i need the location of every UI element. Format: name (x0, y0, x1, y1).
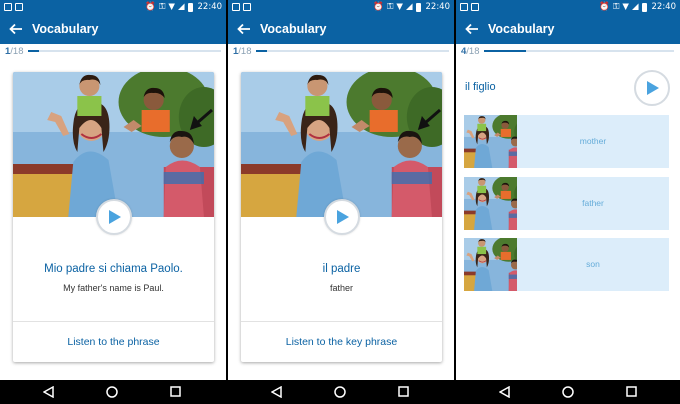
listen-key-phrase-button[interactable]: Listen to the key phrase (241, 322, 442, 362)
battery-icon (641, 2, 647, 12)
question-word: il figlio (465, 81, 496, 93)
battery-icon (415, 2, 421, 12)
notification-icons (460, 3, 479, 11)
key-icon: ⚿ (158, 2, 166, 12)
phrase-text: Mio padre si chiama Paolo. (44, 263, 183, 275)
wifi-icon: ▼ (622, 2, 629, 12)
system-nav-bar (228, 380, 454, 404)
progress-fill (256, 50, 267, 52)
wifi-icon: ▼ (396, 2, 403, 12)
option-thumbnail (464, 177, 517, 230)
alarm-icon: ⏰ (373, 2, 384, 12)
notification-icons (4, 3, 23, 11)
answer-option[interactable]: father (464, 177, 669, 230)
lesson-progress: 1/18 (228, 44, 454, 58)
key-icon: ⚿ (386, 2, 394, 12)
back-arrow-icon[interactable] (9, 22, 23, 36)
app-bar: Vocabulary (456, 15, 680, 44)
phrase-card: Mio padre si chiama Paolo. My father's n… (13, 72, 214, 362)
answer-option[interactable]: son (464, 238, 669, 291)
image-icon (15, 3, 23, 11)
screen-quiz: ⏰ ⚿ ▼ ◢ 22:40 Vocabulary 4/18 il figlio … (456, 0, 680, 404)
phrase-text: il padre (322, 263, 361, 275)
nav-recent-icon[interactable] (626, 386, 637, 397)
wifi-icon: ▼ (168, 2, 175, 12)
app-bar: Vocabulary (0, 15, 226, 44)
lesson-progress: 4/18 (456, 44, 680, 58)
progress-counter: 1/18 (5, 46, 24, 57)
option-thumbnail (464, 115, 517, 168)
nav-recent-icon[interactable] (170, 386, 181, 397)
battery-icon (187, 2, 193, 12)
option-label: son (517, 238, 669, 291)
system-nav-bar (0, 380, 226, 404)
progress-track (28, 50, 221, 52)
status-bar: ⏰ ⚿ ▼ ◢ 22:40 (0, 0, 226, 15)
image-icon (232, 3, 240, 11)
nav-back-icon[interactable] (271, 386, 282, 398)
play-icon (337, 210, 349, 224)
back-arrow-icon[interactable] (237, 22, 251, 36)
play-icon (647, 81, 659, 95)
key-phrase-card: il padre father Listen to the key phrase (241, 72, 442, 362)
status-bar: ⏰ ⚿ ▼ ◢ 22:40 (228, 0, 454, 15)
status-indicators: ⏰ ⚿ ▼ ◢ 22:40 (145, 2, 222, 12)
status-indicators: ⏰ ⚿ ▼ ◢ 22:40 (599, 2, 676, 12)
page-title: Vocabulary (32, 22, 99, 36)
lesson-progress: 1/18 (0, 44, 226, 58)
translation-text: father (329, 283, 353, 293)
progress-track (484, 50, 674, 52)
progress-fill (28, 50, 39, 52)
image-icon (471, 3, 479, 11)
nav-recent-icon[interactable] (398, 386, 409, 397)
nav-home-icon[interactable] (334, 386, 346, 398)
signal-icon: ◢ (405, 2, 413, 12)
translation-text: My father's name is Paul. (63, 283, 164, 293)
option-thumbnail (464, 238, 517, 291)
play-button[interactable] (96, 199, 132, 235)
progress-track (256, 50, 449, 52)
family-photo (241, 72, 442, 217)
play-button[interactable] (324, 199, 360, 235)
progress-counter: 1/18 (233, 46, 252, 57)
clock: 22:40 (651, 2, 677, 12)
signal-icon: ◢ (177, 2, 185, 12)
system-nav-bar (456, 380, 680, 404)
notification-icons (232, 3, 251, 11)
app-bar: Vocabulary (228, 15, 454, 44)
listen-button[interactable]: Listen to the phrase (13, 322, 214, 362)
screen-key-phrase: ⏰ ⚿ ▼ ◢ 22:40 Vocabulary 1/18 il padre f… (228, 0, 454, 404)
page-title: Vocabulary (260, 22, 327, 36)
clock: 22:40 (197, 2, 223, 12)
status-indicators: ⏰ ⚿ ▼ ◢ 22:40 (373, 2, 450, 12)
play-button[interactable] (634, 70, 670, 106)
screen-phrase: ⏰ ⚿ ▼ ◢ 22:40 Vocabulary 1/18 Mio padre … (0, 0, 226, 404)
option-label: mother (517, 115, 669, 168)
image-icon (4, 3, 12, 11)
play-icon (109, 210, 121, 224)
alarm-icon: ⏰ (599, 2, 610, 12)
nav-back-icon[interactable] (43, 386, 54, 398)
progress-counter: 4/18 (461, 46, 480, 57)
nav-home-icon[interactable] (106, 386, 118, 398)
page-title: Vocabulary (488, 22, 555, 36)
answer-option[interactable]: mother (464, 115, 669, 168)
nav-home-icon[interactable] (562, 386, 574, 398)
nav-back-icon[interactable] (499, 386, 510, 398)
status-bar: ⏰ ⚿ ▼ ◢ 22:40 (456, 0, 680, 15)
family-photo (13, 72, 214, 217)
clock: 22:40 (425, 2, 451, 12)
option-label: father (517, 177, 669, 230)
image-icon (243, 3, 251, 11)
back-arrow-icon[interactable] (465, 22, 479, 36)
progress-fill (484, 50, 527, 52)
signal-icon: ◢ (631, 2, 639, 12)
image-icon (460, 3, 468, 11)
key-icon: ⚿ (612, 2, 620, 12)
alarm-icon: ⏰ (145, 2, 156, 12)
